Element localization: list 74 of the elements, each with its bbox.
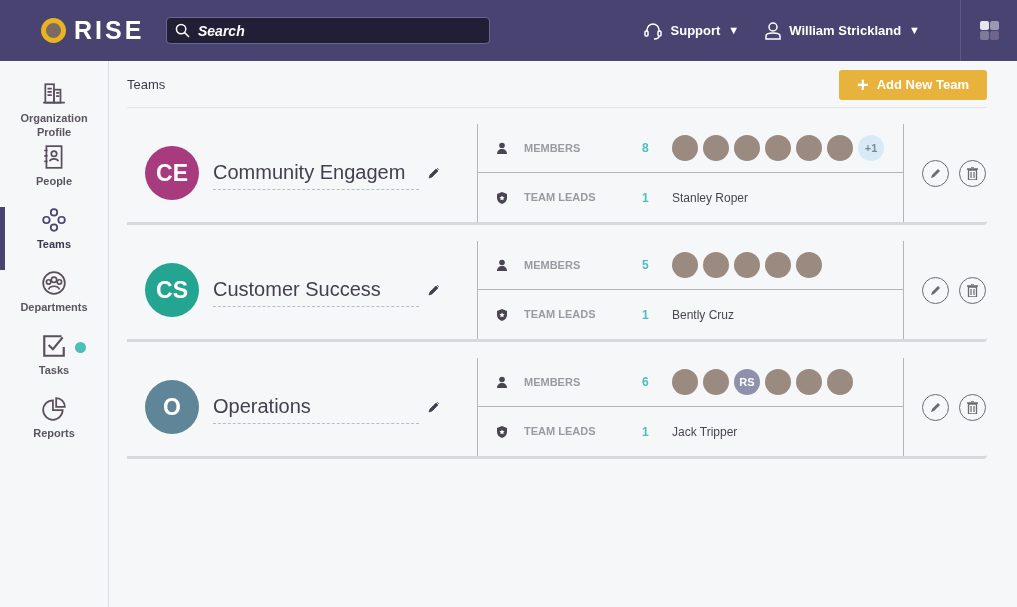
members-count: 8: [642, 140, 650, 157]
group-icon: [41, 270, 67, 296]
photo-placeholder: [734, 135, 760, 161]
logo-ring-icon: [41, 18, 66, 43]
photo-placeholder: [703, 252, 729, 278]
shield-star-icon: [496, 191, 508, 204]
pencil-icon[interactable]: [428, 167, 440, 179]
team-avatar: O: [145, 380, 199, 434]
team-leads-count: 1: [642, 423, 650, 441]
avatar-initials: RS: [734, 369, 760, 395]
team-name[interactable]: Customer Success: [213, 273, 419, 307]
photo-placeholder: [796, 369, 822, 395]
photo-placeholder: [765, 369, 791, 395]
shield-star-icon: [496, 308, 508, 321]
checkbox-icon: [41, 333, 67, 359]
trash-icon: [967, 166, 978, 180]
trash-icon: [967, 283, 978, 297]
pencil-icon[interactable]: [428, 401, 440, 413]
support-menu[interactable]: Support ▼: [642, 20, 740, 41]
sidebar-item[interactable]: Organization Profile: [0, 81, 108, 144]
members-label: MEMBERS: [524, 257, 582, 273]
sidebar-item[interactable]: Teams: [0, 207, 108, 270]
building-icon: [41, 81, 67, 107]
team-avatar: CS: [145, 263, 199, 317]
photo-placeholder: [672, 252, 698, 278]
pencil-icon: [929, 167, 942, 179]
photo-placeholder: [827, 369, 853, 395]
photo-placeholder: [796, 135, 822, 161]
team-lead-name[interactable]: Bently Cruz: [672, 305, 735, 324]
logo-text: RISE: [74, 14, 145, 46]
team-leads-label: TEAM LEADS: [524, 424, 597, 440]
page-title: Teams: [127, 75, 166, 94]
photo-placeholder: [703, 369, 729, 395]
sidebar-item[interactable]: Departments: [0, 270, 108, 333]
team-name[interactable]: Operations: [213, 390, 419, 424]
sidebar-item[interactable]: People: [0, 144, 108, 207]
team-lead-name[interactable]: Jack Tripper: [672, 422, 738, 441]
photo-placeholder: [796, 252, 822, 278]
pencil-icon[interactable]: [428, 284, 440, 296]
photo-placeholder: [672, 369, 698, 395]
teams-icon: [41, 207, 67, 233]
members-count: 6: [642, 374, 650, 391]
user-menu[interactable]: William Strickland ▼: [765, 20, 920, 41]
person-icon: [496, 142, 508, 154]
team-leads-count: 1: [642, 189, 650, 207]
apps-grid-icon[interactable]: [979, 21, 999, 40]
photo-placeholder: [672, 135, 698, 161]
photo-placeholder: [765, 252, 791, 278]
team-name[interactable]: Community Engagem: [213, 156, 419, 190]
members-label: MEMBERS: [524, 140, 582, 156]
pencil-icon: [929, 284, 942, 296]
team-leads-label: TEAM LEADS: [524, 190, 597, 206]
team-leads-count: 1: [642, 306, 650, 324]
sidebar-item[interactable]: Reports: [0, 396, 108, 459]
pie-chart-icon: [41, 396, 67, 422]
sidebar-item[interactable]: Tasks: [0, 333, 108, 396]
members-count: 5: [642, 257, 650, 274]
photo-placeholder: [765, 135, 791, 161]
search-field[interactable]: Search: [166, 17, 490, 44]
search-icon: [175, 23, 190, 38]
photo-placeholder: [827, 135, 853, 161]
photo-placeholder: [734, 252, 760, 278]
members-label: MEMBERS: [524, 374, 582, 390]
headset-icon: [642, 20, 663, 41]
person-icon: [496, 376, 508, 388]
pencil-icon: [929, 401, 942, 413]
shield-star-icon: [496, 425, 508, 438]
trash-icon: [967, 400, 978, 414]
person-icon: [496, 259, 508, 271]
team-lead-name[interactable]: Stanley Roper: [672, 188, 749, 207]
team-leads-label: TEAM LEADS: [524, 307, 597, 323]
user-icon: [765, 21, 782, 40]
team-avatar: CE: [145, 146, 199, 200]
photo-placeholder: [703, 135, 729, 161]
